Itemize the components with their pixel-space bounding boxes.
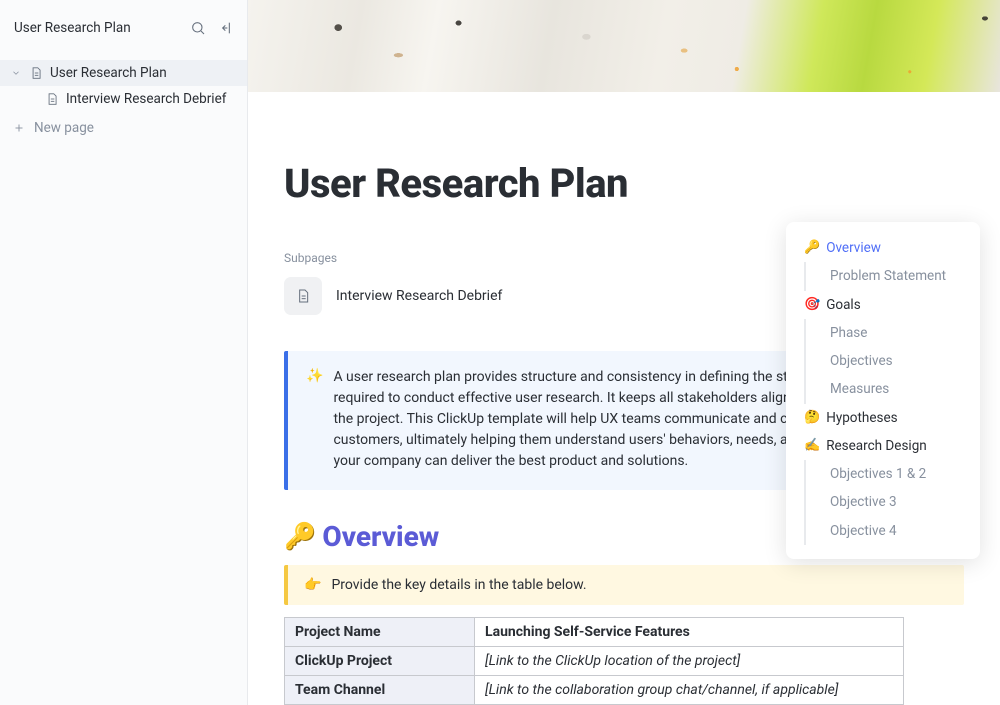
toc-item-label: Phase (830, 323, 867, 343)
toc-item[interactable]: ✍️ Research Design (790, 432, 976, 460)
toc-item-label: Overview (826, 238, 881, 258)
overview-table: Project NameLaunching Self-Service Featu… (284, 617, 904, 705)
toc-item-label: Problem Statement (830, 266, 946, 286)
table-value[interactable]: [Link to the ClickUp location of the pro… (475, 647, 904, 676)
toc-item-label: Objective 3 (830, 492, 897, 512)
toc-item[interactable]: 🎯 Goals (790, 291, 976, 319)
collapse-sidebar-icon[interactable] (217, 19, 235, 37)
table-row: ClickUp Project[Link to the ClickUp loca… (285, 647, 904, 676)
main: User Research Plan Subpages Interview Re… (248, 0, 1000, 705)
doc-icon (284, 277, 322, 315)
sidebar-item-root[interactable]: User Research Plan (0, 60, 247, 86)
key-icon: 🔑 (284, 522, 316, 552)
table-value[interactable]: [Link to the collaboration group chat/ch… (475, 676, 904, 705)
table-key: ClickUp Project (285, 647, 475, 676)
tip-text: Provide the key details in the table bel… (331, 577, 586, 593)
doc-icon (28, 65, 44, 81)
toc-item[interactable]: 🤔 Hypotheses (790, 404, 976, 432)
sidebar: User Research Plan User Research Plan (0, 0, 248, 705)
toc-item[interactable]: Objective 4 (804, 517, 976, 545)
subpage-link: Interview Research Debrief (336, 288, 502, 304)
chevron-down-icon[interactable] (10, 67, 22, 79)
sidebar-tree: User Research Plan Interview Research De… (0, 56, 247, 148)
toc-item[interactable]: Objectives (804, 347, 976, 375)
toc-item[interactable]: Objectives 1 & 2 (804, 460, 976, 488)
table-value[interactable]: Launching Self-Service Features (475, 618, 904, 647)
point-right-icon: 👉 (304, 577, 321, 593)
toc-item[interactable]: Objective 3 (804, 488, 976, 516)
toc-item-label: Hypotheses (826, 408, 897, 428)
toc-item-label: Measures (830, 379, 889, 399)
toc-item-label: Objective 4 (830, 521, 897, 541)
toc-panel: 🔑 Overview Problem Statement 🎯 Goals Phase Obj… (786, 222, 980, 559)
sidebar-item-label: Interview Research Debrief (66, 91, 226, 107)
sidebar-item-label: User Research Plan (50, 65, 167, 81)
toc-item[interactable]: 🔑 Overview (790, 234, 976, 262)
toc-item-icon: 🎯 (804, 295, 820, 315)
toc-item-icon: ✍️ (804, 436, 820, 456)
table-row: Project NameLaunching Self-Service Featu… (285, 618, 904, 647)
toc-item-label: Goals (826, 295, 861, 315)
table-key: Team Channel (285, 676, 475, 705)
sidebar-title: User Research Plan (14, 20, 131, 36)
toc-item-label: Objectives 1 & 2 (830, 464, 926, 484)
sidebar-item-child[interactable]: Interview Research Debrief (0, 86, 247, 112)
table-key: Project Name (285, 618, 475, 647)
toc-item[interactable]: Measures (804, 375, 976, 403)
table-row: Team Channel[Link to the collaboration g… (285, 676, 904, 705)
toc-item-label: Research Design (826, 436, 927, 456)
toc-item[interactable]: Problem Statement (804, 262, 976, 290)
toc-item-icon: 🔑 (804, 238, 820, 258)
new-page-label: New page (34, 120, 94, 136)
sidebar-header: User Research Plan (0, 0, 247, 56)
doc-icon (44, 91, 60, 107)
tip-callout: 👉 Provide the key details in the table b… (284, 565, 964, 605)
toc-item-label: Objectives (830, 351, 893, 371)
hero-image (248, 0, 1000, 92)
sparkle-icon: ✨ (306, 368, 323, 472)
plus-icon (12, 121, 26, 135)
toc-item[interactable]: Phase (804, 319, 976, 347)
new-page-button[interactable]: New page (0, 112, 247, 144)
toc-item-icon: 🤔 (804, 408, 820, 428)
search-icon[interactable] (189, 19, 207, 37)
page-title: User Research Plan (284, 160, 964, 207)
overview-heading-text: Overview (322, 520, 439, 553)
